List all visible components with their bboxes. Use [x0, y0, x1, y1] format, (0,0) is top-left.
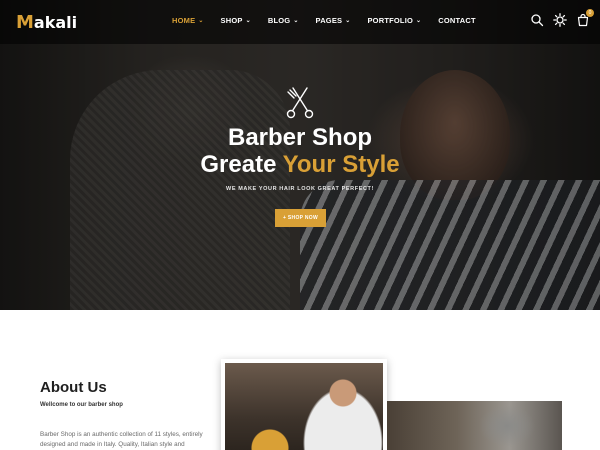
nav-item-portfolio[interactable]: PORTFOLIO ⌄: [367, 16, 421, 25]
shop-now-button[interactable]: + SHOP NOW: [275, 209, 326, 227]
nav-item-shop[interactable]: SHOP ⌄: [221, 16, 251, 25]
about-subheading: Wellcome to our barber shop: [40, 402, 123, 408]
nav-item-contact[interactable]: CONTACT: [438, 16, 476, 25]
chevron-down-icon: ⌄: [416, 18, 422, 24]
about-text: Barber Shop is an authentic collection o…: [40, 431, 203, 448]
hero-subtitle: WE MAKE YOUR HAIR LOOK GREAT PERFECT!: [226, 186, 374, 192]
hero-title-line-2: Greate Your Style: [200, 151, 400, 178]
about-photo-barber: [221, 359, 387, 450]
cart-count-badge: 0: [586, 9, 594, 17]
chevron-down-icon: ⌄: [245, 18, 251, 24]
nav-item-pages[interactable]: PAGES ⌄: [316, 16, 351, 25]
cart-button[interactable]: 0: [576, 9, 594, 27]
nav-item-home[interactable]: HOME ⌄: [172, 16, 204, 25]
chevron-down-icon: ⌄: [293, 18, 299, 24]
nav-icons: 0: [530, 9, 599, 27]
about-heading: About Us: [40, 379, 107, 396]
chevron-down-icon: ⌄: [198, 18, 204, 24]
search-icon[interactable]: [530, 13, 544, 27]
about-photo-shaving: [387, 401, 562, 450]
hero-title: Barber Shop: [227, 124, 373, 151]
settings-icon[interactable]: [553, 13, 567, 27]
scissors-comb-icon: [286, 87, 314, 119]
main-menu: HOME ⌄ SHOP ⌄ BLOG ⌄ PAGES ⌄ PORTFOLIO ⌄ CONT…: [172, 16, 493, 25]
top-navigation: Makali HOME ⌄ SHOP ⌄ BLOG ⌄ PAGES ⌄ PORTFOLI…: [0, 0, 600, 44]
nav-item-blog[interactable]: BLOG ⌄: [268, 16, 299, 25]
chevron-down-icon: ⌄: [345, 18, 351, 24]
logo[interactable]: Makali: [16, 12, 77, 33]
hero-banner: Barber Shop Greate Your Style WE MAKE YO…: [0, 0, 600, 310]
hero-title-accent: Your Style: [282, 151, 400, 178]
